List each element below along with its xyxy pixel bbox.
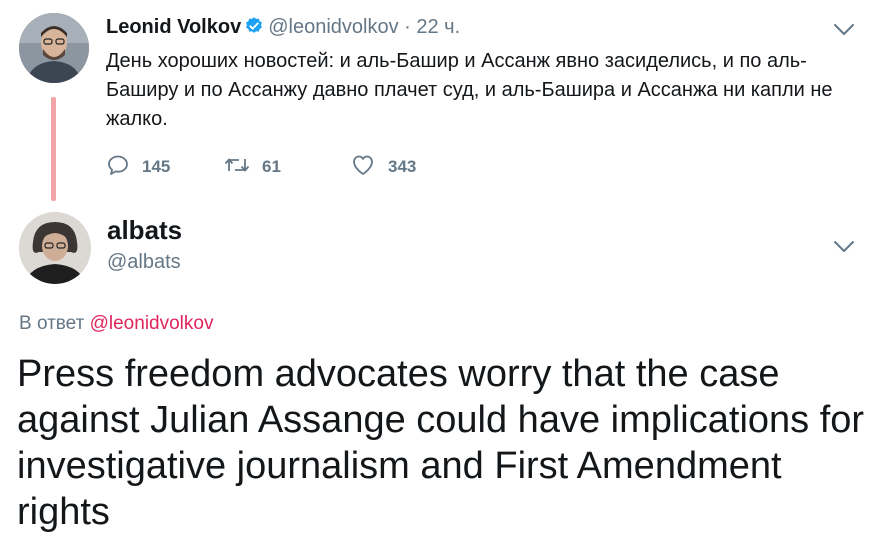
reply-icon — [106, 153, 142, 182]
reply-to-mention[interactable]: @leonidvolkov — [90, 313, 214, 334]
reply-count: 145 — [142, 157, 171, 176]
retweet-icon — [224, 153, 262, 182]
like-button[interactable]: 343 — [350, 150, 416, 184]
reply-author-handle[interactable]: @albats — [107, 251, 181, 274]
reply-author-name[interactable]: albats — [107, 215, 182, 246]
header-separator: · — [404, 16, 411, 38]
verified-badge-icon — [244, 16, 264, 43]
avatar-leonid-volkov[interactable] — [19, 13, 89, 83]
author-handle[interactable]: @leonidvolkov — [268, 16, 398, 38]
parent-tweet-header: Leonid Volkov @leonidvolkov · 22 ч. — [106, 14, 460, 43]
reply-context: В ответ @leonidvolkov — [19, 313, 213, 335]
parent-tweet-text: День хороших новостей: и аль-Башир и Асс… — [106, 50, 833, 130]
chevron-down-icon[interactable] — [833, 240, 855, 254]
thread-connector-line — [51, 97, 56, 201]
tweet-timestamp[interactable]: 22 ч. — [416, 16, 460, 38]
retweet-count: 61 — [262, 157, 281, 176]
retweet-button[interactable]: 61 — [224, 150, 281, 184]
chevron-down-icon[interactable] — [833, 23, 855, 37]
avatar-albats[interactable] — [19, 212, 91, 284]
reply-to-label: В ответ — [19, 313, 85, 334]
tweet-thread: Leonid Volkov @leonidvolkov · 22 ч. День … — [0, 0, 876, 556]
reply-button[interactable]: 145 — [106, 150, 170, 184]
like-count: 343 — [388, 157, 417, 176]
author-name[interactable]: Leonid Volkov — [106, 16, 241, 38]
reply-tweet-text: Press freedom advocates worry that the c… — [17, 353, 865, 533]
like-icon — [350, 153, 388, 182]
